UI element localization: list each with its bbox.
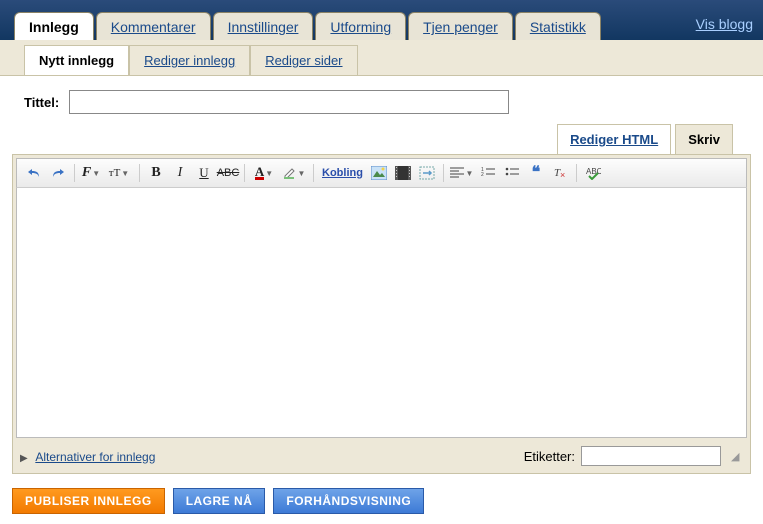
toolbar-separator [139,164,140,182]
undo-icon[interactable] [23,163,45,183]
main-content: Tittel: Rediger HTML Skriv F▼ тT▼ B I U … [0,76,763,524]
tab-kommentarer[interactable]: Kommentarer [96,12,211,40]
tab-innstillinger[interactable]: Innstillinger [213,12,314,40]
editor-wrapper: F▼ тT▼ B I U ABC A▼ ▼ Kobling [12,154,751,474]
toolbar-separator [244,164,245,182]
labels-label: Etiketter: [524,449,575,464]
editor-textarea[interactable] [16,188,747,438]
sub-tab-bar: Nytt innlegg Rediger innlegg Rediger sid… [0,40,763,76]
modetab-skriv[interactable]: Skriv [675,124,733,154]
highlight-color-button[interactable]: ▼ [280,163,308,183]
subtab-rediger-sider[interactable]: Rediger sider [250,45,357,75]
save-now-button[interactable]: LAGRE NÅ [173,488,266,514]
mode-tabs: Rediger HTML Skriv [12,124,751,154]
post-options-toggle[interactable]: ▶ Alternativer for innlegg [20,449,155,464]
bold-button[interactable]: B [145,163,167,183]
toolbar-separator [576,164,577,182]
publish-button[interactable]: PUBLISER INNLEGG [12,488,165,514]
toolbar-separator [443,164,444,182]
italic-button[interactable]: I [169,163,191,183]
numbered-list-icon[interactable]: 12 [477,163,499,183]
action-buttons: PUBLISER INNLEGG LAGRE NÅ FORHÅNDSVISNIN… [12,488,751,514]
caret-right-icon: ▶ [20,453,28,464]
labels-wrapper: Etiketter: ◢ [524,446,743,466]
spellcheck-icon[interactable]: ABC [582,163,604,183]
bullet-list-icon[interactable] [501,163,523,183]
tab-statistikk[interactable]: Statistikk [515,12,601,40]
strikethrough-button[interactable]: ABC [217,163,239,183]
top-bar: Innlegg Kommentarer Innstillinger Utform… [0,0,763,40]
main-tabs: Innlegg Kommentarer Innstillinger Utform… [14,12,601,40]
svg-text:2: 2 [481,172,484,178]
underline-button[interactable]: U [193,163,215,183]
redo-icon[interactable] [47,163,69,183]
options-row: ▶ Alternativer for innlegg Etiketter: ◢ [16,446,747,470]
modetab-rediger-html[interactable]: Rediger HTML [557,124,671,154]
title-row: Tittel: [12,90,751,114]
sub-tabs: Nytt innlegg Rediger innlegg Rediger sid… [24,45,358,75]
tab-utforming[interactable]: Utforming [315,12,406,40]
insert-image-icon[interactable] [368,163,390,183]
align-button[interactable]: ▼ [449,163,475,183]
subtab-rediger-innlegg[interactable]: Rediger innlegg [129,45,250,75]
blockquote-icon[interactable]: ❝ [525,163,547,183]
title-label: Tittel: [24,95,59,110]
svg-text:ABC: ABC [586,167,601,176]
text-color-button[interactable]: A▼ [250,163,278,183]
tab-innlegg[interactable]: Innlegg [14,12,94,40]
insert-jump-icon[interactable] [416,163,438,183]
tab-tjen-penger[interactable]: Tjen penger [408,12,513,40]
toolbar-separator [74,164,75,182]
vis-blogg-link[interactable]: Vis blogg [696,16,753,32]
subtab-nytt-innlegg[interactable]: Nytt innlegg [24,45,129,75]
font-size-button[interactable]: тT▼ [104,163,134,183]
title-input[interactable] [69,90,509,114]
resize-grip-icon[interactable]: ◢ [731,450,743,462]
font-family-button[interactable]: F▼ [80,163,102,183]
svg-text:×: × [560,170,565,180]
editor-toolbar: F▼ тT▼ B I U ABC A▼ ▼ Kobling [16,158,747,188]
insert-video-icon[interactable] [392,163,414,183]
preview-button[interactable]: FORHÅNDSVISNING [273,488,424,514]
remove-format-icon[interactable]: T× [549,163,571,183]
insert-link-button[interactable]: Kobling [319,167,366,179]
toolbar-separator [313,164,314,182]
labels-input[interactable] [581,446,721,466]
